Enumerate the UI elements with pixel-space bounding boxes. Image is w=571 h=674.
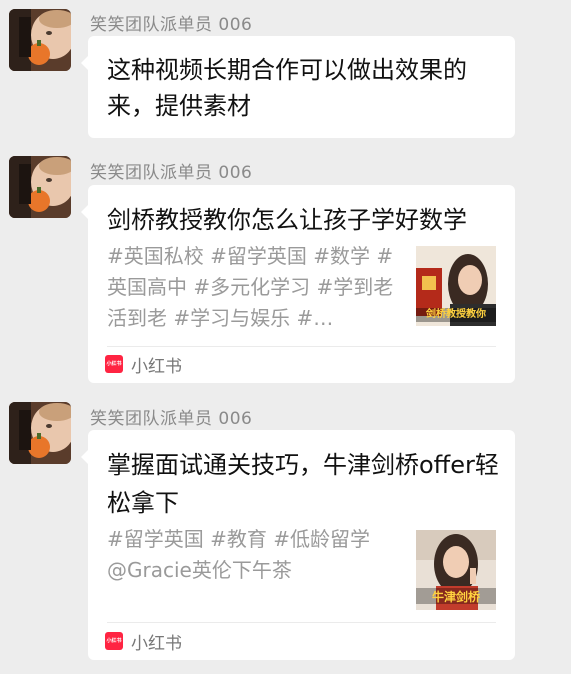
card-thumbnail: 牛津剑桥 xyxy=(416,530,496,610)
shared-note-card[interactable]: 掌握面试通关技巧，牛津剑桥offer轻松拿下 #留学英国 #教育 #低龄留学 @… xyxy=(81,430,515,660)
sender-name: 笑笑团队派单员 006 xyxy=(90,15,253,35)
avatar-photo xyxy=(9,156,71,218)
avatar-photo xyxy=(9,9,71,71)
sender-name: 笑笑团队派单员 006 xyxy=(90,409,253,429)
avatar[interactable] xyxy=(9,402,71,464)
avatar[interactable] xyxy=(9,156,71,218)
thumbnail-caption: 剑桥教授教你 xyxy=(426,309,486,320)
xiaohongshu-logo-icon: 小红书 xyxy=(105,632,123,650)
message-bubble[interactable]: 这种视频长期合作可以做出效果的来，提供素材 xyxy=(81,36,515,138)
card-thumbnail: 剑桥教授教你 xyxy=(416,246,496,326)
card-title: 掌握面试通关技巧，牛津剑桥offer轻松拿下 xyxy=(107,451,499,517)
card-divider xyxy=(107,622,496,623)
card-divider xyxy=(107,346,496,347)
card-title: 剑桥教授教你怎么让孩子学好数学 xyxy=(107,206,467,234)
card-description: #英国私校 #留学英国 #数学 #英国高中 #多元化学习 #学到老活到老 #学习… xyxy=(107,244,394,330)
card-description: #留学英国 #教育 #低龄留学 @Gracie英伦下午茶 xyxy=(107,527,370,582)
avatar[interactable] xyxy=(9,9,71,71)
shared-note-card[interactable]: 剑桥教授教你怎么让孩子学好数学 #英国私校 #留学英国 #数学 #英国高中 #多… xyxy=(81,185,515,383)
sender-name: 笑笑团队派单员 006 xyxy=(90,163,253,183)
message-text: 这种视频长期合作可以做出效果的来，提供素材 xyxy=(107,56,467,120)
thumbnail-caption: 牛津剑桥 xyxy=(431,590,480,604)
card-source: 小红书 小红书 xyxy=(105,354,182,377)
xiaohongshu-logo-icon: 小红书 xyxy=(105,355,123,373)
source-name: 小红书 xyxy=(131,633,182,654)
source-name: 小红书 xyxy=(131,356,182,377)
avatar-photo xyxy=(9,402,71,464)
card-source: 小红书 小红书 xyxy=(105,631,182,654)
